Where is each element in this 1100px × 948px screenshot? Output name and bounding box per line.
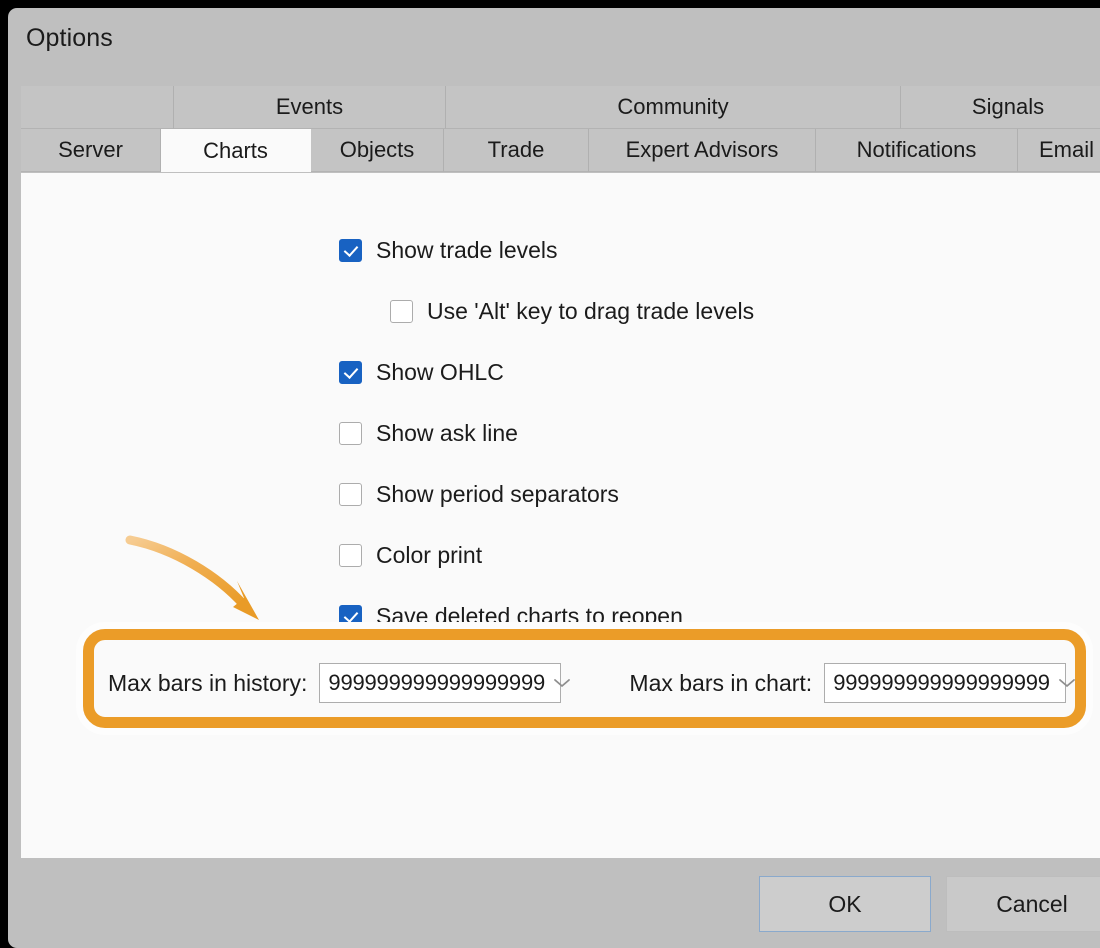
charts-options-list: Show trade levels Use 'Alt' key to drag t…	[339, 235, 1039, 662]
checkbox-row[interactable]: Show ask line	[339, 418, 1039, 448]
checkbox-unchecked-icon[interactable]	[339, 543, 362, 567]
tab-expert-advisors[interactable]: Expert Advisors	[589, 129, 816, 172]
checkbox-label: Show ask line	[376, 419, 518, 446]
dialog-buttons: OK Cancel	[8, 876, 1100, 936]
tab-label: Charts	[203, 137, 268, 163]
charts-settings-panel: Show trade levels Use 'Alt' key to drag t…	[21, 173, 1100, 858]
tab-label: Email	[1038, 137, 1094, 162]
tab-label: Objects	[339, 137, 415, 162]
checkbox-label: Color print	[376, 541, 483, 568]
max-bars-chart-combobox[interactable]: 999999999999999999	[824, 663, 1075, 703]
chevron-down-icon[interactable]	[545, 677, 579, 689]
tab-email[interactable]: Email	[1018, 129, 1100, 172]
tab-events[interactable]: Events	[174, 86, 446, 129]
checkbox-checked-icon[interactable]	[339, 360, 362, 384]
cancel-button[interactable]: Cancel	[946, 876, 1100, 932]
max-bars-history-label: Max bars in history:	[108, 669, 308, 696]
tab-community[interactable]: Community	[446, 86, 901, 129]
checkbox-unchecked-icon[interactable]	[339, 421, 362, 445]
max-bars-chart-value: 999999999999999999	[833, 670, 1050, 695]
checkbox-label: Show trade levels	[376, 236, 558, 263]
checkbox-unchecked-icon[interactable]	[390, 299, 413, 323]
checkbox-label: Use 'Alt' key to drag trade levels	[427, 297, 755, 324]
tab-label: Notifications	[856, 137, 977, 162]
tab-objects[interactable]: Objects	[311, 129, 444, 172]
checkbox-row[interactable]: Save deleted charts to reopen	[339, 601, 1039, 631]
checkbox-label: Show period separators	[376, 480, 619, 507]
max-bars-history-combobox[interactable]: 999999999999999999	[319, 663, 570, 703]
max-bars-chart-label: Max bars in chart:	[629, 669, 813, 696]
tab-spacer	[21, 86, 174, 129]
checkbox-row[interactable]: Use 'Alt' key to drag trade levels	[390, 296, 1039, 326]
checkbox-row[interactable]: Show OHLC	[339, 357, 1039, 387]
options-dialog: Options Events Community Signals Server Cha…	[8, 8, 1100, 948]
tab-notifications[interactable]: Notifications	[816, 129, 1018, 172]
tab-signals[interactable]: Signals	[901, 86, 1100, 129]
tab-server[interactable]: Server	[21, 129, 161, 172]
checkbox-label: Show OHLC	[376, 358, 504, 385]
tab-label: Community	[617, 94, 729, 119]
tab-label: Server	[58, 137, 123, 162]
checkbox-checked-icon[interactable]	[339, 238, 362, 262]
tab-trade[interactable]: Trade	[444, 129, 589, 172]
tab-charts[interactable]: Charts	[161, 129, 311, 172]
dialog-titlebar: Options	[8, 8, 1100, 70]
checkbox-row[interactable]: Color print	[339, 540, 1039, 570]
max-bars-chart-group: Max bars in chart: 999999999999999999	[629, 663, 1075, 703]
dialog-title: Options	[26, 24, 113, 52]
max-bars-history-value: 999999999999999999	[328, 670, 546, 695]
checkbox-unchecked-icon[interactable]	[339, 482, 362, 506]
checkbox-row[interactable]: Show trade levels	[339, 235, 1039, 265]
checkbox-row[interactable]: Show period separators	[339, 479, 1039, 509]
tab-label: Events	[275, 94, 344, 119]
checkbox-label: Save deleted charts to reopen	[376, 602, 683, 629]
tab-label: Trade	[487, 137, 545, 162]
tab-row-secondary: Server Charts Objects Trade Expert Advisors N…	[21, 129, 1100, 172]
ok-button[interactable]: OK	[759, 876, 931, 932]
tab-row-primary: Events Community Signals	[21, 86, 1100, 129]
tab-label: Expert Advisors	[625, 137, 779, 162]
max-bars-row: Max bars in history: 999999999999999999 …	[108, 655, 1088, 711]
checkbox-checked-icon[interactable]	[339, 604, 362, 628]
max-bars-history-group: Max bars in history: 999999999999999999	[108, 663, 570, 703]
chevron-down-icon[interactable]	[1050, 677, 1084, 689]
tab-label: Signals	[971, 94, 1045, 119]
tab-strip: Events Community Signals Server Charts Objec…	[21, 86, 1100, 173]
